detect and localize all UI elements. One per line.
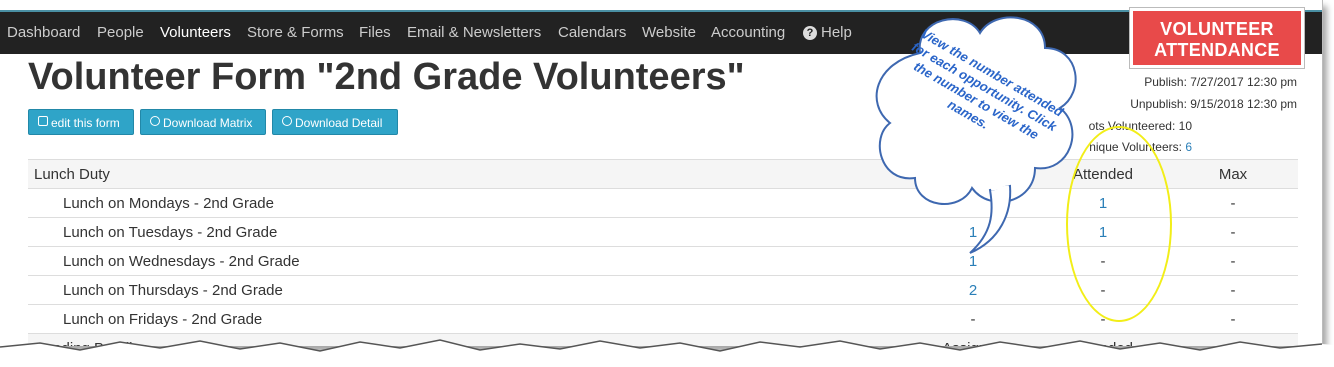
nav-dashboard[interactable]: Dashboard [7,24,80,41]
max-value: - [1168,217,1298,247]
badge-line-2: ATTENDANCE [1154,40,1280,60]
nav-help[interactable]: ? Help [803,24,852,41]
opportunity-name: Lunch on Wednesdays - 2nd Grade [28,246,908,276]
download-detail-button[interactable]: Download Detail [272,109,398,135]
max-value: - [1168,304,1298,334]
edit-icon [38,116,48,126]
edit-form-label: edit this form [51,116,120,130]
assigned-count[interactable]: 2 [908,275,1038,305]
max-value: - [1168,275,1298,305]
unique-volunteers-link[interactable]: 6 [1185,140,1192,154]
app-window: Dashboard People Volunteers Store & Form… [0,0,1323,346]
edit-form-button[interactable]: edit this form [28,109,134,135]
nav-files[interactable]: Files [359,24,391,41]
nav-volunteers[interactable]: Volunteers [160,24,231,41]
group-name: Lunch Duty [28,159,908,189]
unpublish-date: Unpublish: 9/15/2018 12:30 pm [1130,97,1297,111]
slots-volunteered-value: 10 [1178,119,1192,133]
volunteer-attendance-badge: VOLUNTEER ATTENDANCE [1130,8,1304,68]
max-value: - [1168,246,1298,276]
opportunity-name: Lunch on Mondays - 2nd Grade [28,188,908,218]
top-navbar: Dashboard People Volunteers Store & Form… [0,10,1322,54]
torn-edge [0,339,1334,367]
download-matrix-label: Download Matrix [163,116,253,130]
opportunity-name: Lunch on Thursdays - 2nd Grade [28,275,908,305]
max-value: - [1168,188,1298,218]
download-detail-label: Download Detail [295,116,383,130]
nav-people[interactable]: People [97,24,144,41]
publish-date: Publish: 7/27/2017 12:30 pm [1144,75,1297,89]
nav-store-forms[interactable]: Store & Forms [247,24,344,41]
nav-website[interactable]: Website [642,24,696,41]
page-title: Volunteer Form "2nd Grade Volunteers" [28,56,745,98]
nav-help-label: Help [821,24,852,41]
nav-calendars[interactable]: Calendars [558,24,626,41]
col-max-header: Max [1168,159,1298,189]
opportunity-name: Lunch on Fridays - 2nd Grade [28,304,908,334]
download-icon [282,116,292,126]
assigned-count: - [908,304,1038,334]
badge-line-1: VOLUNTEER [1160,19,1274,39]
download-icon [150,116,160,126]
download-matrix-button[interactable]: Download Matrix [140,109,266,135]
highlight-ellipse [1066,126,1172,322]
opportunity-name: Lunch on Tuesdays - 2nd Grade [28,217,908,247]
help-icon: ? [803,26,817,40]
nav-accounting[interactable]: Accounting [711,24,785,41]
nav-email-newsletters[interactable]: Email & Newsletters [407,24,541,41]
